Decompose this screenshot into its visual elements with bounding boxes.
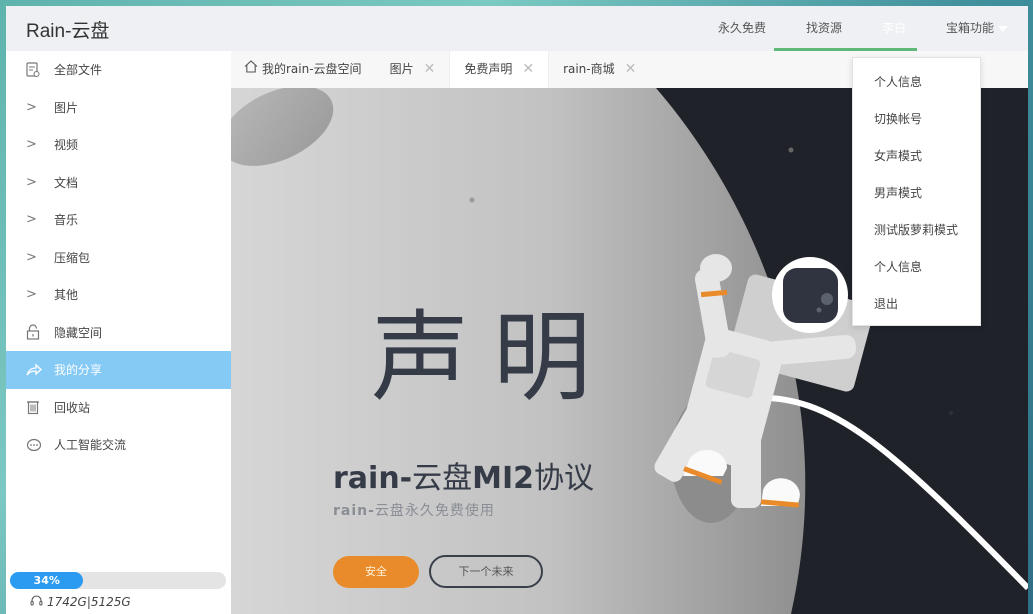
chat-icon bbox=[26, 438, 54, 452]
treasure-dropdown-menu: 个人信息 切换帐号 女声模式 男声模式 测试版萝莉模式 个人信息 退出 bbox=[852, 57, 981, 326]
storage-progress-bar: 34% bbox=[10, 572, 226, 589]
tab-home[interactable]: 我的rain-云盘空间 bbox=[231, 51, 376, 88]
close-icon[interactable]: ✕ bbox=[522, 51, 534, 88]
agreement-title: rain-云盘MI2协议 bbox=[333, 453, 594, 497]
home-icon bbox=[244, 51, 258, 88]
tab-images[interactable]: 图片 ✕ bbox=[376, 51, 450, 88]
app-window: Rain-云盘 永久免费 找资源 李白 宝箱功能 全部文件 > 图片 > 视频 … bbox=[6, 6, 1028, 614]
menu-item-beta-loli-mode[interactable]: 测试版萝莉模式 bbox=[853, 212, 980, 249]
lock-icon bbox=[26, 324, 54, 340]
agreement-title-latin: rain- bbox=[333, 461, 413, 496]
storage-usage: 34% 1742G|5125G bbox=[10, 570, 226, 614]
close-icon[interactable]: ✕ bbox=[625, 51, 637, 88]
file-icon bbox=[26, 62, 54, 78]
share-icon bbox=[26, 363, 54, 377]
sidebar-item-label: 回收站 bbox=[54, 400, 91, 415]
statement-title: 声明 bbox=[371, 301, 616, 415]
sidebar-item-images[interactable]: > 图片 bbox=[6, 89, 231, 127]
sidebar-item-label: 文档 bbox=[54, 175, 79, 190]
chevron-right-icon: > bbox=[26, 249, 37, 265]
sidebar-item-ai-chat[interactable]: 人工智能交流 bbox=[6, 426, 231, 464]
nav-find-resources[interactable]: 找资源 bbox=[786, 6, 862, 51]
tab-label: 我的rain-云盘空间 bbox=[262, 62, 362, 76]
sidebar-item-label: 其他 bbox=[54, 288, 79, 303]
close-icon[interactable]: ✕ bbox=[424, 51, 436, 88]
tagline: rain-云盘永久免费使用 bbox=[333, 500, 495, 520]
brand-logo[interactable]: Rain-云盘 bbox=[26, 16, 109, 43]
nav-user[interactable]: 李白 bbox=[862, 6, 926, 51]
tab-free-statement[interactable]: 免费声明 ✕ bbox=[449, 51, 550, 88]
sidebar-item-label: 音乐 bbox=[54, 213, 79, 228]
sidebar-item-label: 全部文件 bbox=[54, 63, 103, 78]
headset-icon bbox=[30, 594, 43, 610]
sidebar-item-label: 人工智能交流 bbox=[54, 438, 127, 453]
caret-down-icon bbox=[998, 25, 1008, 32]
star bbox=[949, 411, 953, 415]
storage-quota-text: 1742G|5125G bbox=[47, 595, 131, 609]
menu-item-switch-account[interactable]: 切换帐号 bbox=[853, 101, 980, 138]
nav-forever-free[interactable]: 永久免费 bbox=[698, 6, 786, 51]
sidebar-item-documents[interactable]: > 文档 bbox=[6, 164, 231, 202]
tagline-latin: rain- bbox=[333, 503, 375, 519]
menu-item-profile[interactable]: 个人信息 bbox=[853, 64, 980, 101]
sidebar-item-other[interactable]: > 其他 bbox=[6, 276, 231, 314]
agreement-title-model: MI2 bbox=[472, 461, 535, 496]
menu-item-profile-2[interactable]: 个人信息 bbox=[853, 249, 980, 286]
chevron-right-icon: > bbox=[26, 137, 37, 153]
tab-rain-store[interactable]: rain-商城 ✕ bbox=[549, 51, 650, 88]
next-future-button[interactable]: 下一个未来 bbox=[429, 555, 543, 588]
agreement-title-end: 协议 bbox=[534, 461, 595, 496]
tab-label: rain-商城 bbox=[563, 62, 615, 76]
chevron-right-icon: > bbox=[26, 287, 37, 303]
chevron-right-icon: > bbox=[26, 174, 37, 190]
sidebar-item-hidden-space[interactable]: 隐藏空间 bbox=[6, 314, 231, 352]
menu-item-male-voice[interactable]: 男声模式 bbox=[853, 175, 980, 212]
sidebar-item-label: 图片 bbox=[54, 100, 79, 115]
nav-treasure-features[interactable]: 宝箱功能 bbox=[926, 6, 1028, 51]
menu-item-female-voice[interactable]: 女声模式 bbox=[853, 138, 980, 175]
menu-item-logout[interactable]: 退出 bbox=[853, 286, 980, 323]
sidebar-item-label: 隐藏空间 bbox=[54, 325, 103, 340]
tagline-text: 云盘永久免费使用 bbox=[374, 503, 495, 519]
sidebar: 全部文件 > 图片 > 视频 > 文档 > 音乐 > 压缩包 > 其他 隐藏空间… bbox=[6, 51, 231, 614]
star bbox=[469, 197, 475, 203]
sidebar-item-label: 我的分享 bbox=[54, 363, 103, 378]
sidebar-item-label: 压缩包 bbox=[54, 250, 91, 265]
sidebar-item-music[interactable]: > 音乐 bbox=[6, 201, 231, 239]
tab-label: 图片 bbox=[389, 62, 414, 76]
star bbox=[788, 147, 794, 153]
sidebar-item-archives[interactable]: > 压缩包 bbox=[6, 239, 231, 277]
sidebar-item-label: 视频 bbox=[54, 138, 79, 153]
trash-icon bbox=[26, 399, 54, 415]
safe-button[interactable]: 安全 bbox=[333, 556, 419, 588]
sidebar-item-all-files[interactable]: 全部文件 bbox=[6, 51, 231, 89]
nav-treasure-label: 宝箱功能 bbox=[945, 21, 994, 35]
chevron-right-icon: > bbox=[26, 212, 37, 228]
agreement-title-mid: 云盘 bbox=[412, 461, 473, 496]
storage-quota: 1742G|5125G bbox=[30, 594, 131, 610]
sidebar-item-videos[interactable]: > 视频 bbox=[6, 126, 231, 164]
tab-label: 免费声明 bbox=[464, 62, 513, 76]
top-header: Rain-云盘 永久免费 找资源 李白 宝箱功能 bbox=[6, 6, 1028, 52]
sidebar-item-my-shares[interactable]: 我的分享 bbox=[6, 351, 231, 389]
chevron-right-icon: > bbox=[26, 99, 37, 115]
top-nav: 永久免费 找资源 李白 宝箱功能 bbox=[698, 6, 1028, 51]
storage-progress-fill: 34% bbox=[10, 572, 84, 589]
sidebar-item-recycle-bin[interactable]: 回收站 bbox=[6, 389, 231, 427]
